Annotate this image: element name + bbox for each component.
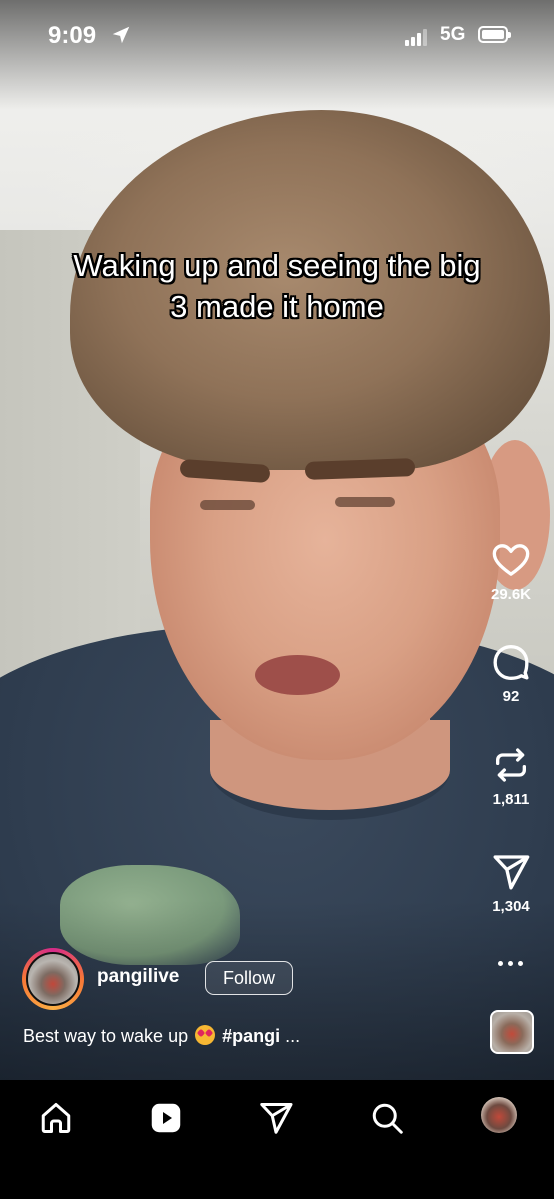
repost-button[interactable]: 1,811 [478,745,544,808]
comment-button[interactable]: 92 [478,642,544,705]
right-eyebrow [304,458,416,480]
send-icon [260,1103,293,1134]
reel-video[interactable] [0,0,554,1080]
reels-icon [151,1103,181,1133]
like-button[interactable]: 29.6K [478,540,544,603]
search-icon [372,1103,403,1134]
nav-messages[interactable] [256,1098,296,1138]
avatar [26,952,80,1006]
nav-home[interactable] [36,1098,76,1138]
network-type: 5G [440,24,466,45]
nav-search[interactable] [367,1098,407,1138]
audio-thumbnail[interactable] [490,1010,534,1054]
comment-icon [493,645,529,680]
avatar-story-ring[interactable] [22,948,84,1010]
left-eye [200,500,255,510]
more-icon[interactable] [492,953,530,973]
comment-count: 92 [502,688,520,705]
status-bar: 9:09 5G [0,0,554,70]
nav-reels[interactable] [146,1098,186,1138]
username[interactable]: pangilive [97,966,179,988]
repost-icon [496,748,526,782]
heart-eyes-emoji-icon [195,1025,216,1045]
signal-icon [405,28,431,46]
description-more[interactable]: ... [285,1026,300,1046]
share-count: 1,304 [492,898,530,915]
heart-icon [492,544,530,576]
post-description[interactable]: Best way to wake up #pangi ... [23,1025,300,1047]
hashtag[interactable]: #pangi [222,1026,280,1046]
right-eye [335,497,395,507]
video-caption: Waking up and seeing the big 3 made it h… [73,248,481,324]
status-time: 9:09 [48,22,97,49]
share-button[interactable]: 1,304 [478,852,544,915]
battery-icon [478,26,511,43]
description-text: Best way to wake up [23,1026,189,1046]
home-icon [41,1103,71,1133]
repost-count: 1,811 [492,791,530,808]
share-icon [493,855,530,890]
bottom-nav [0,1080,554,1199]
like-count: 29.6K [490,586,532,603]
person-mouth [255,655,340,695]
location-arrow-icon [112,26,130,44]
follow-button[interactable]: Follow [205,961,293,995]
profile-avatar[interactable] [481,1097,517,1133]
